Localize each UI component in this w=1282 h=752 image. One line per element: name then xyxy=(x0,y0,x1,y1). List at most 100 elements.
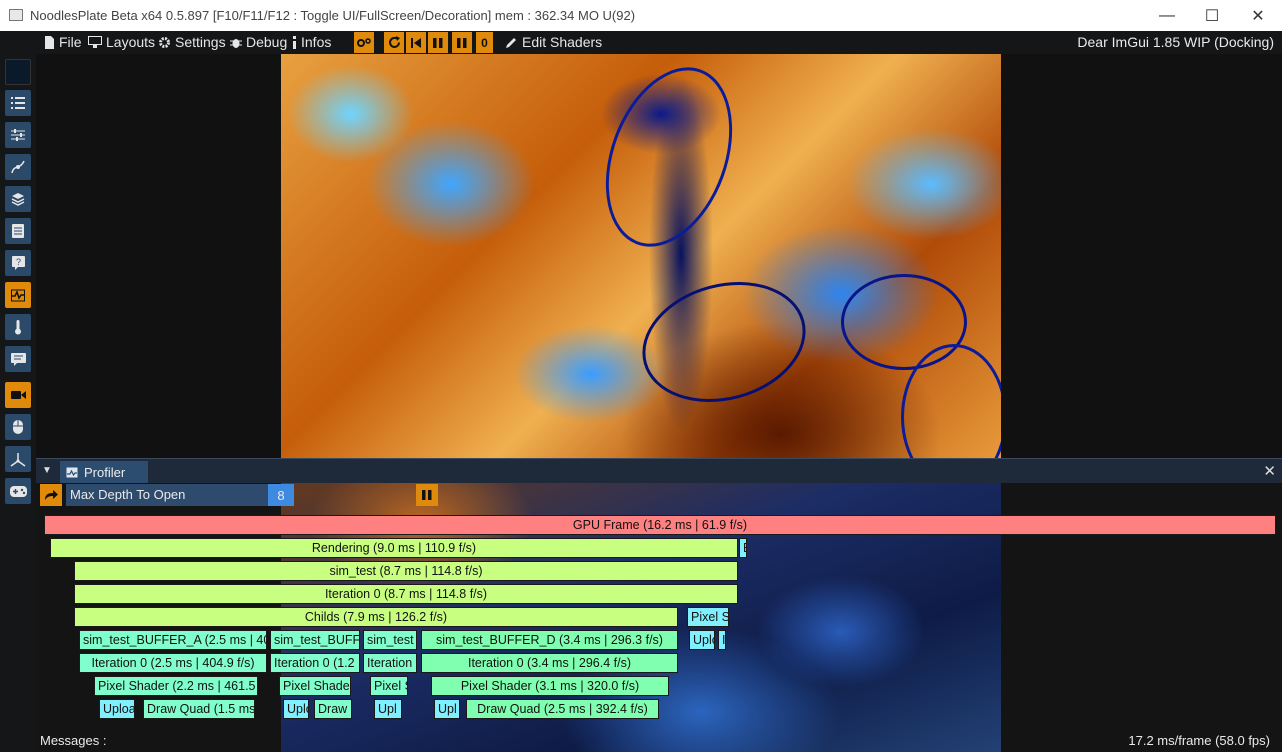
flame-bar[interactable]: Uploa xyxy=(99,699,135,719)
messages-label: Messages : xyxy=(40,733,107,748)
flame-bar[interactable]: Childs (7.9 ms | 126.2 f/s) xyxy=(74,607,678,627)
flame-bar-label: Iteration 0 (3.4 ms | 296.4 f/s) xyxy=(467,656,632,670)
minimize-button[interactable]: — xyxy=(1144,0,1190,31)
layers-button[interactable] xyxy=(5,186,31,212)
profiler-icon xyxy=(11,289,25,302)
profiler-pause-button[interactable] xyxy=(416,484,438,506)
flame-bar[interactable]: Uplo xyxy=(689,630,715,650)
flame-bar-label: sim_test (8.7 ms | 114.8 f/s) xyxy=(329,564,483,578)
flame-bar[interactable]: Draw Quad (1.5 ms xyxy=(143,699,255,719)
thermometer-icon xyxy=(15,319,21,334)
camera-button[interactable] xyxy=(5,382,31,408)
render-viewport[interactable] xyxy=(36,54,1282,458)
flame-bar-label: Uplo xyxy=(287,702,308,716)
menu-file[interactable]: File xyxy=(44,34,82,50)
flame-bar-label: Iteration 0 (8.7 ms | 114.8 f/s) xyxy=(324,587,488,601)
shader-render-canvas[interactable] xyxy=(281,54,1001,458)
flame-bar[interactable]: Pixel Shader (3.1 ms | 320.0 f/s) xyxy=(431,676,669,696)
comments-button[interactable] xyxy=(5,346,31,372)
max-depth-label: Max Depth To Open xyxy=(70,487,186,502)
flame-bar[interactable]: sim_test (8.7 ms | 114.8 f/s) xyxy=(74,561,738,581)
flame-bar-label: Draw xyxy=(318,702,348,716)
comments-icon xyxy=(10,352,26,366)
tab-profiler[interactable]: Profiler xyxy=(60,461,148,483)
menu-settings-label: Settings xyxy=(175,34,226,50)
color-swatch-button[interactable] xyxy=(5,59,31,85)
flame-bar-label: Rendering (9.0 ms | 110.9 f/s) xyxy=(311,541,477,555)
pause-button[interactable] xyxy=(428,32,448,53)
maximize-button[interactable]: ☐ xyxy=(1189,0,1235,31)
axes-button[interactable] xyxy=(5,446,31,472)
flame-bar-label: sim_test_BUFFER_D (3.4 ms | 296.3 f/s) xyxy=(436,633,663,647)
dock-menu-button[interactable]: ▼ xyxy=(40,463,54,477)
menu-infos[interactable]: Infos xyxy=(292,34,331,50)
flame-bar[interactable]: Iteration xyxy=(363,653,417,673)
sliders-button[interactable] xyxy=(5,122,31,148)
flame-bar[interactable]: Iteration 0 (8.7 ms | 114.8 f/s) xyxy=(74,584,738,604)
flame-bar[interactable]: Rendering (9.0 ms | 110.9 f/s) xyxy=(50,538,738,558)
window-title-bar[interactable]: NoodlesPlate Beta x64 0.5.897 [F10/F11/F… xyxy=(0,0,1282,31)
flame-bar[interactable]: Uplo xyxy=(283,699,309,719)
flame-bar[interactable]: Upl xyxy=(434,699,460,719)
open-depth-button[interactable] xyxy=(40,484,62,506)
tab-profiler-label: Profiler xyxy=(84,464,126,480)
thermometer-button[interactable] xyxy=(5,314,31,340)
flame-bar[interactable]: Iteration 0 (2.5 ms | 404.9 f/s) xyxy=(79,653,267,673)
document-button[interactable] xyxy=(5,218,31,244)
flame-bar[interactable]: Draw xyxy=(314,699,352,719)
step-back-button[interactable] xyxy=(406,32,426,53)
flame-bar-label: Uplo xyxy=(693,633,714,647)
shader-render-pattern xyxy=(582,54,756,265)
frame-counter[interactable]: 0 xyxy=(476,32,493,53)
flame-bar[interactable]: sim_test xyxy=(363,630,417,650)
flame-bar[interactable]: Pixel S xyxy=(687,607,729,627)
flame-bar[interactable]: Pixel Shader (2.2 ms | 461.5 xyxy=(94,676,258,696)
pause-icon xyxy=(433,37,443,48)
flame-bar-label: I xyxy=(722,633,726,647)
bug-icon xyxy=(230,38,242,48)
menu-infos-label: Infos xyxy=(301,34,332,50)
flame-bar-label: Iteration xyxy=(367,656,413,670)
max-depth-slider[interactable]: Max Depth To Open 8 xyxy=(66,484,294,506)
gamepad-button[interactable] xyxy=(5,478,31,504)
help-button[interactable]: ? xyxy=(5,250,31,276)
flame-bar[interactable]: Iteration 0 (1.2 xyxy=(270,653,360,673)
flame-bar-label: sim_test_BUFF xyxy=(274,633,360,647)
flame-bar[interactable]: Pixel S xyxy=(370,676,408,696)
mouse-button[interactable] xyxy=(5,414,31,440)
flame-bar[interactable]: sim_test_BUFFER_D (3.4 ms | 296.3 f/s) xyxy=(421,630,678,650)
flame-bar[interactable]: B xyxy=(739,538,747,558)
close-icon[interactable]: ✕ xyxy=(1263,462,1276,480)
flame-bar-label: Pixel S xyxy=(691,610,729,624)
flame-bar-label: Draw Quad (2.5 ms | 392.4 f/s) xyxy=(477,702,648,716)
flame-bar[interactable]: sim_test_BUFFER_A (2.5 ms | 40 xyxy=(79,630,267,650)
shader-settings-button[interactable] xyxy=(354,32,374,53)
pause-frame-button[interactable] xyxy=(452,32,472,53)
frame-counter-value: 0 xyxy=(481,35,488,50)
menu-debug[interactable]: Debug xyxy=(230,34,287,50)
flame-bar[interactable]: I xyxy=(718,630,726,650)
document-icon xyxy=(12,224,24,238)
share-arrow-icon xyxy=(45,490,58,500)
pencil-icon xyxy=(506,37,516,48)
reload-button[interactable] xyxy=(384,32,404,53)
edit-shaders-button[interactable]: Edit Shaders xyxy=(505,34,602,50)
flame-bar[interactable]: GPU Frame (16.2 ms | 61.9 f/s) xyxy=(44,515,1276,535)
flame-bar[interactable]: Draw Quad (2.5 ms | 392.4 f/s) xyxy=(466,699,659,719)
max-depth-grab[interactable]: 8 xyxy=(268,484,294,506)
flame-bar[interactable]: Upl xyxy=(374,699,402,719)
menu-layouts[interactable]: Layouts xyxy=(88,34,155,50)
flame-bar[interactable]: Pixel Shade xyxy=(279,676,351,696)
close-window-button[interactable]: ✕ xyxy=(1235,0,1281,31)
flame-bar-label: GPU Frame (16.2 ms | 61.9 f/s) xyxy=(572,518,748,532)
flame-bar[interactable]: Iteration 0 (3.4 ms | 296.4 f/s) xyxy=(421,653,678,673)
flame-bar-label: Upl xyxy=(378,702,397,716)
flame-bar-label: sim_test_BUFFER_A (2.5 ms | 40 xyxy=(83,633,267,647)
gears-icon xyxy=(357,37,371,47)
menu-settings[interactable]: Settings xyxy=(158,34,226,50)
curve-button[interactable] xyxy=(5,154,31,180)
svg-text:?: ? xyxy=(16,257,21,267)
list-button[interactable] xyxy=(5,90,31,116)
flame-bar[interactable]: sim_test_BUFF xyxy=(270,630,360,650)
profiler-button[interactable] xyxy=(5,282,31,308)
